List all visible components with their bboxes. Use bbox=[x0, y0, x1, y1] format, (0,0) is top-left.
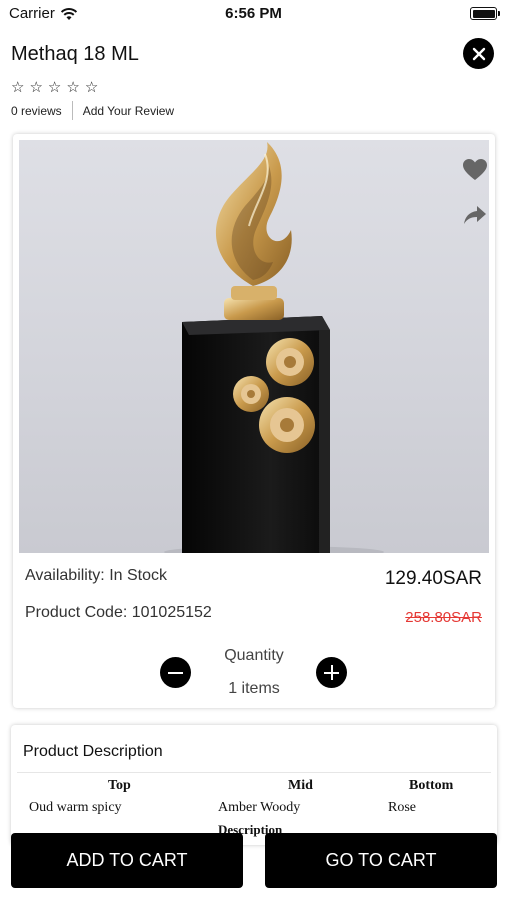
notes-top-value: Oud warm spicy bbox=[29, 800, 122, 815]
notes-bottom-value: Rose bbox=[388, 800, 416, 815]
star-icon[interactable]: ☆ bbox=[29, 78, 42, 96]
status-bar: Carrier 6:56 PM bbox=[0, 0, 507, 28]
notes-header-bottom: Bottom bbox=[409, 778, 454, 793]
perfume-bottle-image bbox=[164, 142, 384, 553]
description-card: Product Description Top Mid Bottom Oud w… bbox=[11, 725, 497, 845]
star-icon[interactable]: ☆ bbox=[48, 78, 61, 96]
old-price: 258.80SAR bbox=[405, 609, 482, 626]
add-review-link[interactable]: Add Your Review bbox=[83, 104, 174, 118]
product-code: Product Code: 101025152 bbox=[25, 604, 212, 621]
battery-icon bbox=[470, 7, 500, 20]
product-title: Methaq 18 ML bbox=[11, 43, 139, 65]
divider bbox=[17, 772, 491, 773]
notes-mid-value: Amber Woody bbox=[218, 800, 301, 815]
star-icon[interactable]: ☆ bbox=[85, 78, 98, 96]
current-price: 129.40SAR bbox=[384, 568, 482, 589]
rating-stars[interactable]: ☆ ☆ ☆ ☆ ☆ bbox=[11, 78, 98, 96]
description-title: Product Description bbox=[23, 743, 163, 760]
close-icon bbox=[472, 47, 485, 60]
availability-text: Availability: In Stock bbox=[25, 567, 167, 584]
reviews-count[interactable]: 0 reviews bbox=[11, 104, 62, 118]
star-icon[interactable]: ☆ bbox=[11, 78, 24, 96]
quantity-label: Quantity bbox=[224, 647, 284, 664]
notes-header-top: Top bbox=[108, 778, 131, 793]
product-card: Availability: In Stock Product Code: 101… bbox=[13, 134, 495, 708]
status-time: 6:56 PM bbox=[225, 5, 282, 22]
notes-header-mid: Mid bbox=[288, 778, 313, 793]
go-to-cart-button[interactable]: GO TO CART bbox=[265, 833, 497, 888]
reviews-row: 0 reviews Add Your Review bbox=[11, 101, 174, 120]
share-icon[interactable] bbox=[463, 204, 487, 226]
close-button[interactable] bbox=[463, 38, 494, 69]
product-image[interactable] bbox=[19, 140, 489, 553]
divider bbox=[71, 101, 73, 120]
action-bar: ADD TO CART GO TO CART bbox=[0, 832, 507, 900]
heart-icon[interactable] bbox=[462, 158, 488, 182]
quantity-value: 1 items bbox=[228, 680, 280, 697]
star-icon[interactable]: ☆ bbox=[66, 78, 79, 96]
add-to-cart-button[interactable]: ADD TO CART bbox=[11, 833, 243, 888]
